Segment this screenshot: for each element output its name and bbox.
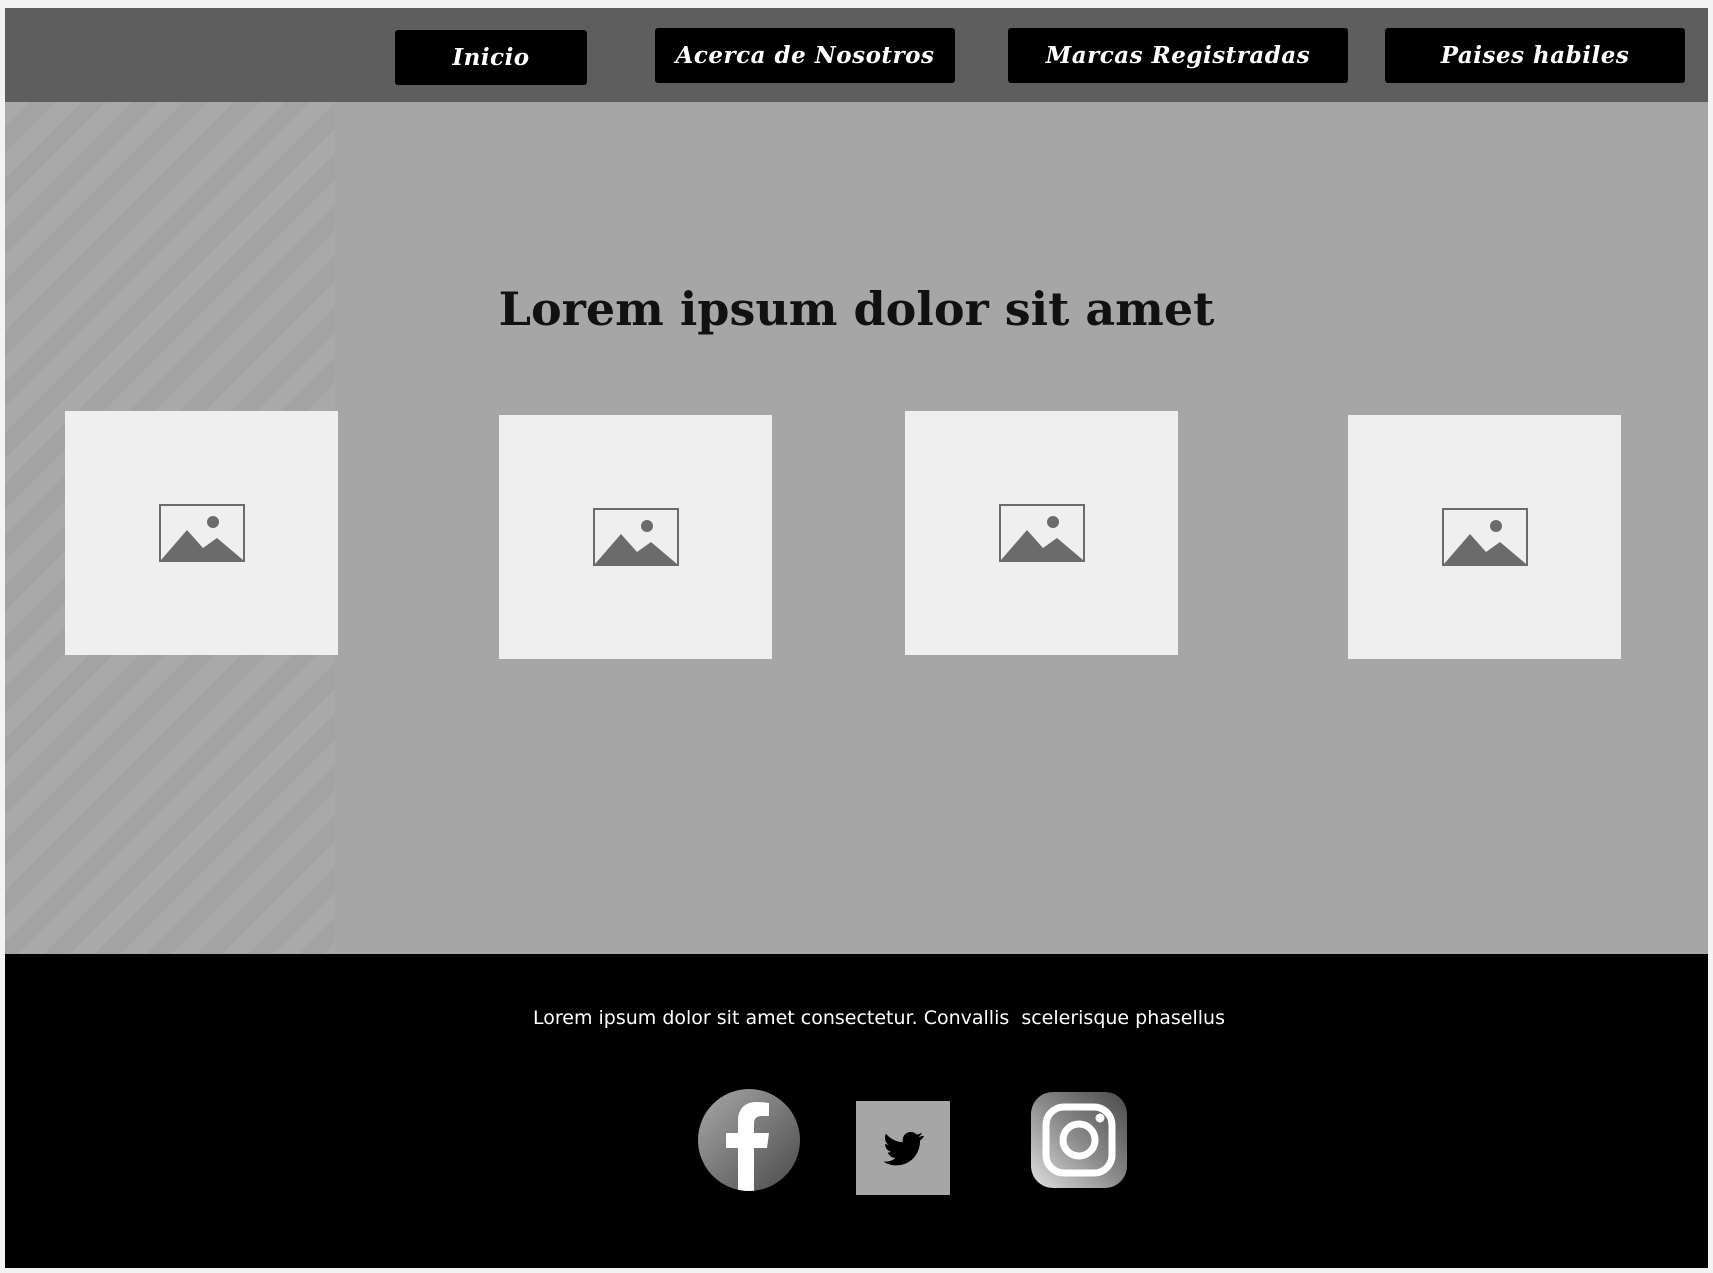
footer-text: Lorem ipsum dolor sit amet consectetur. … (533, 1007, 1225, 1029)
facebook-link[interactable] (697, 1088, 801, 1192)
image-placeholder-2 (499, 415, 772, 659)
twitter-icon (883, 1132, 924, 1166)
page-frame: Inicio Acerca de Nosotros Marcas Registr… (5, 8, 1708, 1268)
footer: Lorem ipsum dolor sit amet consectetur. … (5, 954, 1708, 1268)
top-nav-bar: Inicio Acerca de Nosotros Marcas Registr… (5, 8, 1708, 102)
image-placeholder-1 (65, 411, 338, 655)
image-placeholder-icon (158, 504, 245, 562)
nav-button-marcas-registradas[interactable]: Marcas Registradas (1008, 28, 1348, 83)
nav-button-paises-habiles[interactable]: Paises habiles (1385, 28, 1685, 83)
instagram-link[interactable] (1030, 1091, 1128, 1189)
image-placeholder-icon (1441, 508, 1528, 566)
image-placeholder-icon (998, 504, 1085, 562)
instagram-icon (1031, 1092, 1127, 1188)
nav-button-inicio[interactable]: Inicio (395, 30, 587, 85)
hero-title: Lorem ipsum dolor sit amet (498, 282, 1215, 336)
image-placeholder-icon (592, 508, 679, 566)
hero-section: Lorem ipsum dolor sit amet (5, 102, 1708, 954)
image-placeholder-4 (1348, 415, 1621, 659)
facebook-icon (698, 1089, 800, 1191)
image-placeholder-3 (905, 411, 1178, 655)
nav-button-acerca-de-nosotros[interactable]: Acerca de Nosotros (655, 28, 955, 83)
twitter-link[interactable] (856, 1101, 950, 1195)
